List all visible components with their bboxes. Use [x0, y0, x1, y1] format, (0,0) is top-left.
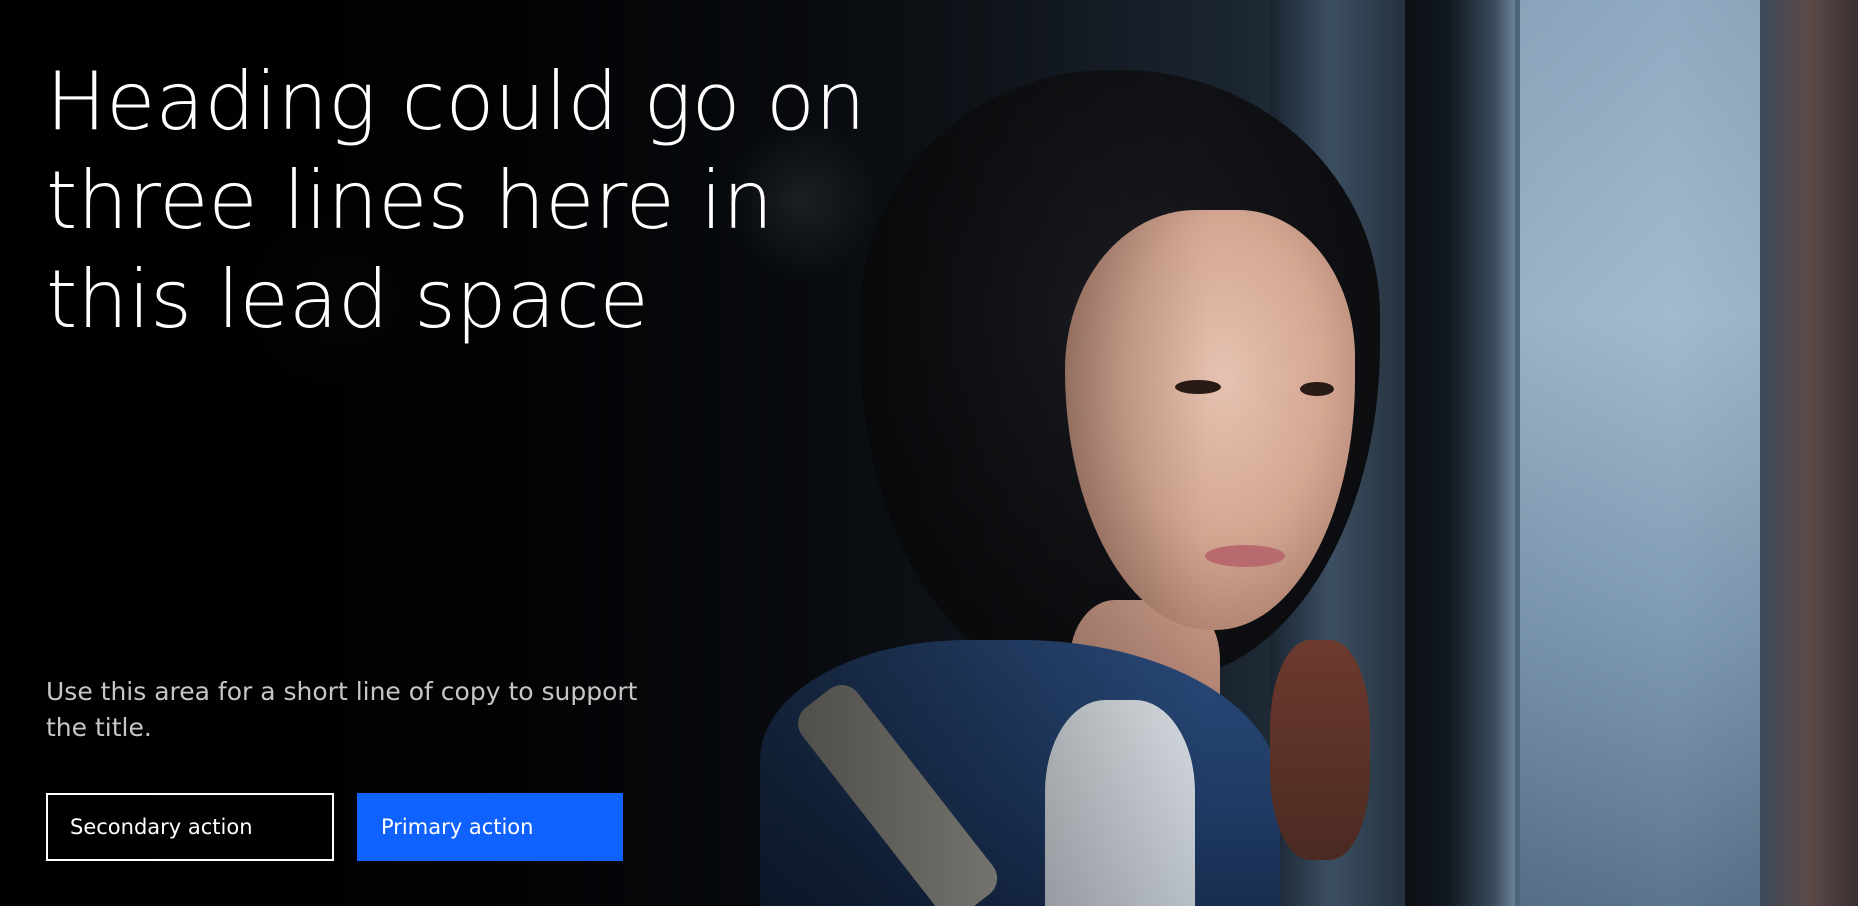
secondary-action-label: Secondary action: [70, 815, 253, 839]
page-title: Heading could go on three lines here in …: [46, 55, 866, 346]
primary-action-label: Primary action: [381, 815, 534, 839]
lead-space-content: Heading could go on three lines here in …: [46, 0, 1858, 906]
primary-action-button[interactable]: Primary action: [357, 793, 623, 861]
secondary-action-button[interactable]: Secondary action: [46, 793, 334, 861]
lead-space: Heading could go on three lines here in …: [0, 0, 1858, 906]
lead-space-copy: Use this area for a short line of copy t…: [46, 677, 638, 742]
